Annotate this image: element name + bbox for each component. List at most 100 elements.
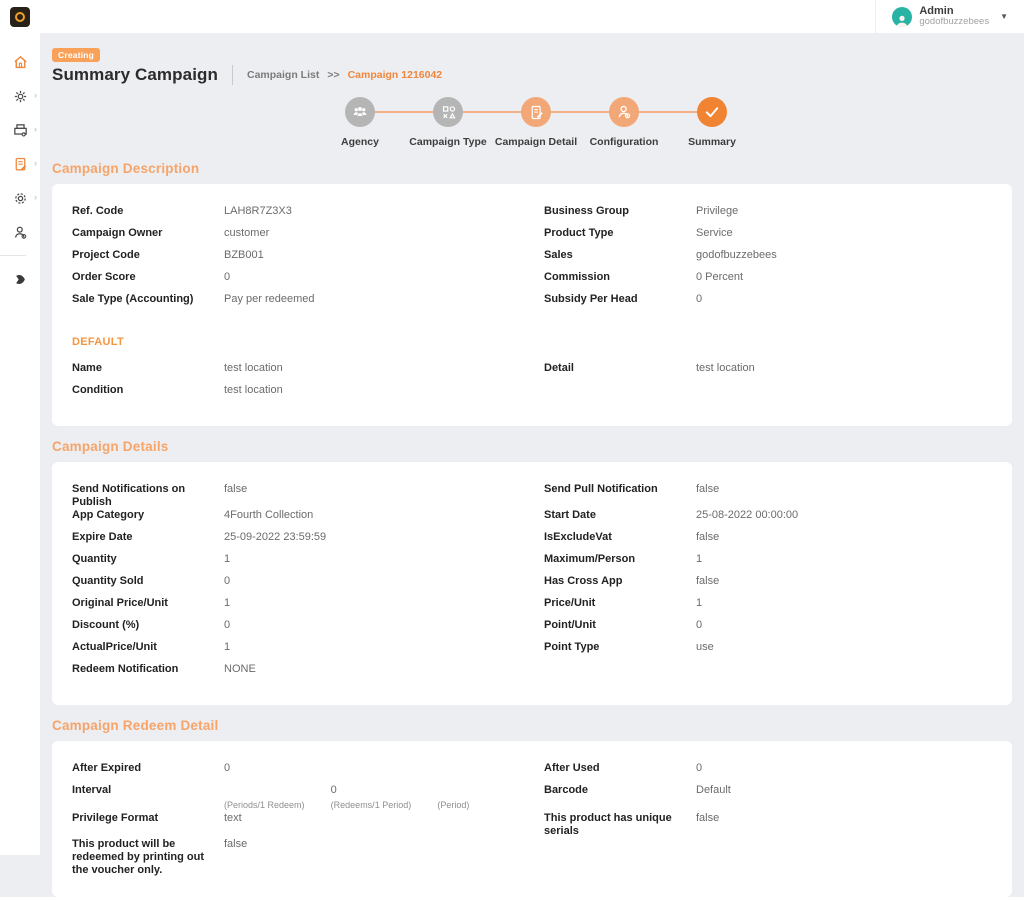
- field-value: 0: [224, 762, 544, 784]
- field-value: Pay per redeemed: [224, 293, 544, 315]
- field-label: After Expired: [72, 762, 224, 784]
- field-value: 1: [224, 597, 544, 619]
- breadcrumb-campaign-list[interactable]: Campaign List: [247, 69, 319, 81]
- field-label: Detail: [544, 362, 696, 384]
- field-label: Sale Type (Accounting): [72, 293, 224, 315]
- sidebar-item-cog[interactable]: ›: [0, 181, 40, 215]
- sidebar-item-gear[interactable]: ›: [0, 79, 40, 113]
- field-value: test location: [224, 384, 544, 406]
- interval-caption: (Periods/1 Redeem): [224, 799, 331, 812]
- section-title: Campaign Details: [52, 439, 1012, 454]
- interval-caption: (Redeems/1 Period): [331, 799, 438, 812]
- field-value: 4Fourth Collection: [224, 509, 544, 531]
- step-label: Campaign Detail: [495, 136, 577, 148]
- field-value: Default: [696, 784, 1000, 812]
- field-label: Quantity: [72, 553, 224, 575]
- field-label: Has Cross App: [544, 575, 696, 597]
- chevron-down-icon[interactable]: ▼: [1000, 12, 1008, 21]
- collapse-arrow-icon: [13, 272, 28, 287]
- field-label: Ref. Code: [72, 205, 224, 227]
- field-label: Start Date: [544, 509, 696, 531]
- field-value: LAH8R7Z3X3: [224, 205, 544, 227]
- field-label: Sales: [544, 249, 696, 271]
- field-value: 0: [224, 619, 544, 641]
- campaign-type-icon: [433, 97, 463, 127]
- configuration-icon: [609, 97, 639, 127]
- field-value: (Periods/1 Redeem)0 (Redeems/1 Period)(Pe…: [224, 784, 544, 812]
- wizard-stepper: Agency Campaign TypeCampaign Detail Config…: [316, 97, 756, 148]
- field-label: Barcode: [544, 784, 696, 812]
- field-value: 0 Percent: [696, 271, 1000, 293]
- person-avatar-icon: [895, 14, 909, 27]
- field-value: false: [224, 483, 544, 509]
- field-value: godofbuzzebees: [696, 249, 1000, 271]
- field-label: After Used: [544, 762, 696, 784]
- sidebar-item-collapse-arrow[interactable]: [0, 262, 40, 296]
- avatar: [892, 7, 912, 27]
- step-label: Summary: [688, 136, 736, 148]
- page-title: Summary Campaign: [52, 65, 218, 85]
- sidebar-item-user[interactable]: [0, 215, 40, 249]
- field-value: text: [224, 812, 544, 838]
- field-label: Quantity Sold: [72, 575, 224, 597]
- field-label: Price/Unit: [544, 597, 696, 619]
- section-card: After Expired0After Used0Interval(Period…: [52, 741, 1012, 897]
- stepper-step-summary[interactable]: Summary: [668, 97, 756, 148]
- field-value: BZB001: [224, 249, 544, 271]
- field-value: Privilege: [696, 205, 1000, 227]
- buzzebees-logo[interactable]: [10, 7, 30, 27]
- field-label: [544, 384, 696, 406]
- section-campaign-redeem-detail: Campaign Redeem DetailAfter Expired0Afte…: [52, 718, 1012, 897]
- field-value: 0: [224, 575, 544, 597]
- stepper-step-configuration[interactable]: Configuration: [580, 97, 668, 148]
- field-label: Campaign Owner: [72, 227, 224, 249]
- stepper-step-agency[interactable]: Agency: [316, 97, 404, 148]
- sidebar-item-document[interactable]: ›: [0, 147, 40, 181]
- step-label: Agency: [341, 136, 379, 148]
- field-value: false: [696, 531, 1000, 553]
- sidebar-item-device[interactable]: ›: [0, 113, 40, 147]
- section-title: Campaign Redeem Detail: [52, 718, 1012, 733]
- section-card: Ref. CodeLAH8R7Z3X3Business GroupPrivile…: [52, 184, 1012, 426]
- interval-value: 0: [331, 784, 438, 797]
- field-label: Maximum/Person: [544, 553, 696, 575]
- sidebar-item-home[interactable]: [0, 45, 40, 79]
- step-label: Configuration: [590, 136, 659, 148]
- fields-grid: Ref. CodeLAH8R7Z3X3Business GroupPrivile…: [72, 205, 1000, 315]
- field-label: Discount (%): [72, 619, 224, 641]
- field-label: IsExcludeVat: [544, 531, 696, 553]
- stepper-step-campaign-detail[interactable]: Campaign Detail: [492, 97, 580, 148]
- field-value: false: [696, 483, 1000, 509]
- fields-grid: Send Notifications on PublishfalseSend P…: [72, 483, 1000, 685]
- field-value: [696, 384, 1000, 406]
- interval-value: [437, 784, 544, 797]
- field-value: use: [696, 641, 1000, 663]
- stepper-step-campaign-type[interactable]: Campaign Type: [404, 97, 492, 148]
- field-label: [544, 663, 696, 685]
- field-label: Business Group: [544, 205, 696, 227]
- field-label: Commission: [544, 271, 696, 293]
- chevron-right-icon: ›: [34, 158, 37, 168]
- field-label: Subsidy Per Head: [544, 293, 696, 315]
- field-label: Point Type: [544, 641, 696, 663]
- field-value: false: [696, 812, 1000, 838]
- field-label: Order Score: [72, 271, 224, 293]
- section-campaign-details: Campaign Details Send Notifications on Pu…: [52, 439, 1012, 705]
- agency-icon: [345, 97, 375, 127]
- chevron-right-icon: ›: [34, 90, 37, 100]
- fields-grid: After Expired0After Used0Interval(Period…: [72, 762, 1000, 877]
- field-value: customer: [224, 227, 544, 249]
- breadcrumb-current-campaign[interactable]: Campaign 1216042: [348, 69, 443, 81]
- interval-column: (Period): [437, 784, 544, 812]
- field-label: Redeem Notification: [72, 663, 224, 685]
- summary-check-icon: [697, 97, 727, 127]
- field-value: 0: [696, 762, 1000, 784]
- breadcrumb-separator: >>: [327, 69, 339, 81]
- admin-menu[interactable]: Admin godofbuzzebees ▼: [875, 0, 1018, 33]
- field-label: This product has unique serials: [544, 812, 696, 838]
- interval-caption: (Period): [437, 799, 544, 812]
- field-value: false: [224, 838, 544, 877]
- field-value: test location: [224, 362, 544, 384]
- field-value: 1: [696, 597, 1000, 619]
- admin-username: godofbuzzebees: [919, 17, 989, 28]
